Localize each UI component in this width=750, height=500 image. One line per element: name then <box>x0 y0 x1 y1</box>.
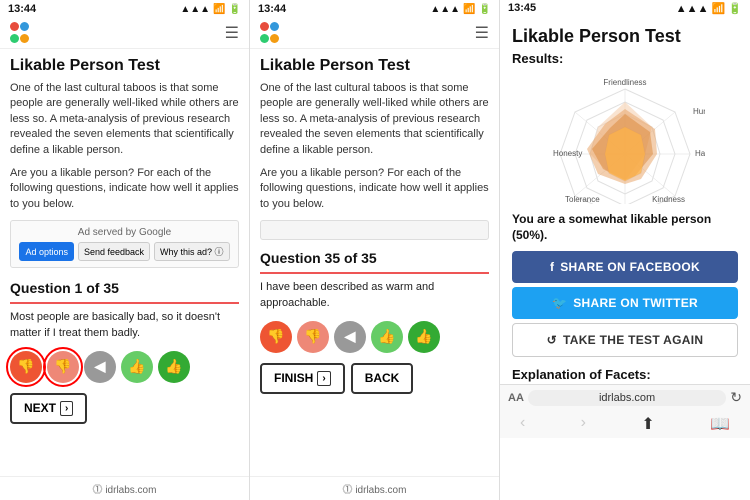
time-1: 13:44 <box>8 3 36 15</box>
explanation-label: Explanation of Facets: <box>500 363 750 384</box>
browser-nav: ‹ › ⬆ 📖 <box>500 410 750 438</box>
radar-chart-container: Friendliness Humor Happiness Kindness Po… <box>500 70 750 208</box>
panel-2-header: ☰ <box>250 18 499 49</box>
browser-reload-icon[interactable]: ↻ <box>730 389 742 406</box>
rating-btn-2-1[interactable]: 👎 <box>260 321 292 353</box>
ad-buttons: Ad options Send feedback Why this ad? ⓘ <box>17 242 232 261</box>
app-logo-2 <box>260 22 282 44</box>
rating-btn-1[interactable]: 👎 <box>10 351 42 383</box>
nav-buttons-2: FINISH › BACK <box>260 363 489 394</box>
rating-btn-4[interactable]: 👍 <box>121 351 153 383</box>
status-bar-1: 13:44 ▲▲▲ 📶 🔋 <box>0 0 249 18</box>
browser-forward-btn[interactable]: › <box>577 414 590 434</box>
browser-url[interactable]: idrlabs.com <box>528 390 726 406</box>
next-button-1[interactable]: NEXT › <box>10 393 87 424</box>
panel-2: 13:44 ▲▲▲ 📶 🔋 ☰ Likable Person Test One … <box>250 0 500 500</box>
facebook-icon: f <box>550 260 554 274</box>
twitter-icon: 🐦 <box>552 296 567 310</box>
rating-btn-3[interactable]: ◀ <box>84 351 116 383</box>
svg-text:Humor: Humor <box>693 107 705 116</box>
hamburger-menu-2[interactable]: ☰ <box>475 23 489 43</box>
hamburger-menu-1[interactable]: ☰ <box>225 23 239 43</box>
result-text: You are a somewhat likable person (50%). <box>500 208 750 251</box>
panel3-title: Likable Person Test <box>500 18 750 51</box>
ad-label: Ad served by Google <box>17 227 232 238</box>
description-2b: Are you a likable person? For each of th… <box>260 166 489 212</box>
share-facebook-btn[interactable]: f SHARE ON FACEBOOK <box>512 251 738 283</box>
browser-bar: AA idrlabs.com ↻ <box>500 384 750 410</box>
rating-btn-5[interactable]: 👍 <box>158 351 190 383</box>
finish-arrow: › <box>317 371 330 386</box>
ad-options-btn[interactable]: Ad options <box>19 242 74 261</box>
ad-box: Ad served by Google Ad options Send feed… <box>10 220 239 268</box>
panel-2-content: Likable Person Test One of the last cult… <box>250 49 499 476</box>
retake-btn[interactable]: ↺ TAKE THE TEST AGAIN <box>512 323 738 357</box>
app-title-1: Likable Person Test <box>10 57 239 75</box>
rating-row-1: 👎 👎 ◀ 👍 👍 <box>10 351 239 383</box>
ad-feedback-btn[interactable]: Send feedback <box>78 242 150 261</box>
browser-aa: AA <box>508 392 524 404</box>
browser-share-btn[interactable]: ⬆ <box>637 414 658 434</box>
rating-btn-2-2[interactable]: 👎 <box>297 321 329 353</box>
share-buttons: f SHARE ON FACEBOOK 🐦 SHARE ON TWITTER ↺… <box>500 251 750 363</box>
description-1b: Are you a likable person? For each of th… <box>10 166 239 212</box>
question-underline-2 <box>260 272 489 274</box>
footer-1: ⓵ idrlabs.com <box>0 476 249 500</box>
status-bar-2: 13:44 ▲▲▲ 📶 🔋 <box>250 0 499 18</box>
nav-buttons-1: NEXT › <box>10 393 239 424</box>
question-header-1: Question 1 of 35 <box>10 276 239 296</box>
question-text-2: I have been described as warm and approa… <box>260 280 489 311</box>
panel-1-header: ☰ <box>0 18 249 49</box>
back-button[interactable]: BACK <box>351 363 414 394</box>
svg-text:Kindness: Kindness <box>652 195 685 204</box>
status-icons-1: ▲▲▲ 📶 🔋 <box>180 4 241 15</box>
svg-text:Friendliness: Friendliness <box>603 78 646 87</box>
rating-btn-2-4[interactable]: 👍 <box>371 321 403 353</box>
share-twitter-btn[interactable]: 🐦 SHARE ON TWITTER <box>512 287 738 319</box>
app-logo-1 <box>10 22 32 44</box>
finish-button[interactable]: FINISH › <box>260 363 345 394</box>
input-area-2 <box>260 220 489 240</box>
rating-row-2: 👎 👎 ◀ 👍 👍 <box>260 321 489 353</box>
question-underline-1 <box>10 302 239 304</box>
question-header-2: Question 35 of 35 <box>260 246 489 266</box>
svg-text:Honesty: Honesty <box>553 149 582 158</box>
description-1a: One of the last cultural taboos is that … <box>10 81 239 158</box>
panel-1-content: Likable Person Test One of the last cult… <box>0 49 249 476</box>
browser-bookmarks-btn[interactable]: 📖 <box>706 414 734 434</box>
panel-3: 13:45 ▲▲▲ 📶 🔋 Likable Person Test Result… <box>500 0 750 500</box>
browser-back-btn[interactable]: ‹ <box>516 414 529 434</box>
retake-icon: ↺ <box>547 333 557 347</box>
results-label: Results: <box>500 51 750 70</box>
radar-chart: Friendliness Humor Happiness Kindness Po… <box>545 74 705 204</box>
panel-1: 13:44 ▲▲▲ 📶 🔋 ☰ Likable Person Test One … <box>0 0 250 500</box>
status-icons-3: ▲▲▲ 📶 🔋 <box>676 2 742 16</box>
footer-2: ⓵ idrlabs.com <box>250 476 499 500</box>
rating-btn-2-5[interactable]: 👍 <box>408 321 440 353</box>
app-title-2: Likable Person Test <box>260 57 489 75</box>
question-text-1: Most people are basically bad, so it doe… <box>10 310 239 341</box>
rating-btn-2[interactable]: 👎 <box>47 351 79 383</box>
next-arrow-1: › <box>60 401 73 416</box>
svg-text:Tolerance: Tolerance <box>565 195 600 204</box>
rating-btn-2-3[interactable]: ◀ <box>334 321 366 353</box>
time-2: 13:44 <box>258 3 286 15</box>
time-3: 13:45 <box>508 2 536 16</box>
svg-text:Happiness: Happiness <box>695 149 705 158</box>
description-2a: One of the last cultural taboos is that … <box>260 81 489 158</box>
status-icons-2: ▲▲▲ 📶 🔋 <box>430 4 491 15</box>
status-bar-3: 13:45 ▲▲▲ 📶 🔋 <box>500 0 750 18</box>
ad-why-btn[interactable]: Why this ad? ⓘ <box>154 242 230 261</box>
